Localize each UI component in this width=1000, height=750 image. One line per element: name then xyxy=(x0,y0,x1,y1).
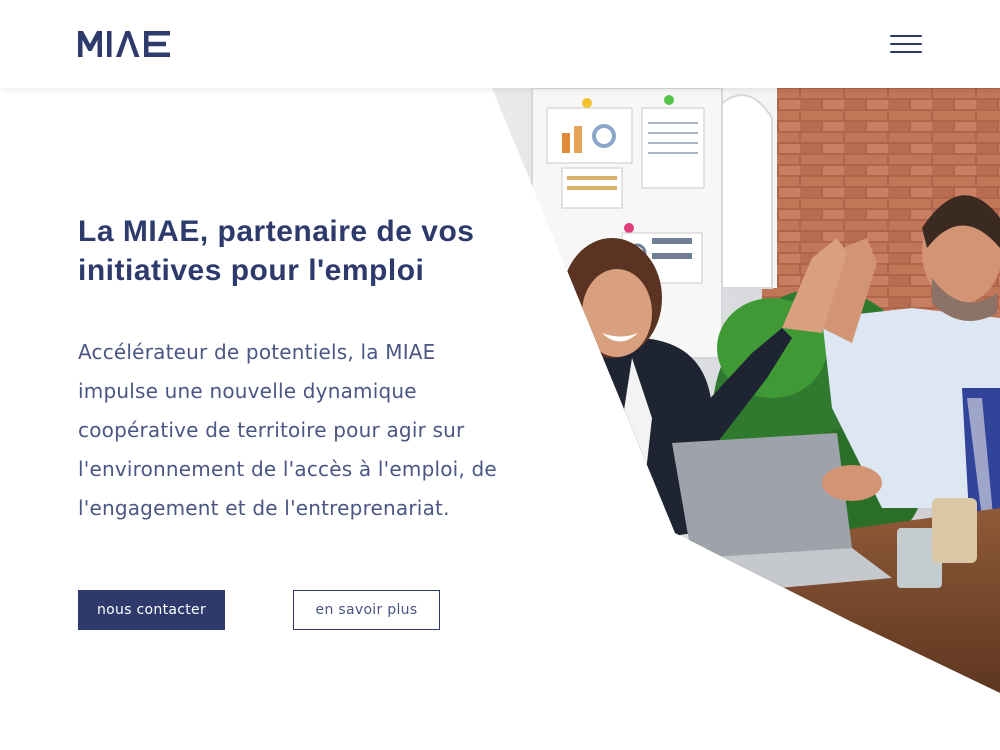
menu-line xyxy=(890,35,922,37)
site-header xyxy=(0,0,1000,88)
contact-button[interactable]: nous contacter xyxy=(78,590,225,630)
learn-more-button[interactable]: en savoir plus xyxy=(293,590,440,630)
hero-description: Accélérateur de potentiels, la MIAE impu… xyxy=(78,340,497,520)
miae-logo[interactable] xyxy=(78,28,170,60)
miae-logo-icon xyxy=(78,31,170,57)
menu-line xyxy=(890,43,922,45)
office-high-five-photo xyxy=(492,88,1000,693)
hamburger-menu-icon[interactable] xyxy=(888,32,924,56)
menu-line xyxy=(890,51,922,53)
hero-photo-icon xyxy=(492,88,1000,693)
hero-title: La MIAE, partenaire de vos initiatives p… xyxy=(78,215,475,287)
